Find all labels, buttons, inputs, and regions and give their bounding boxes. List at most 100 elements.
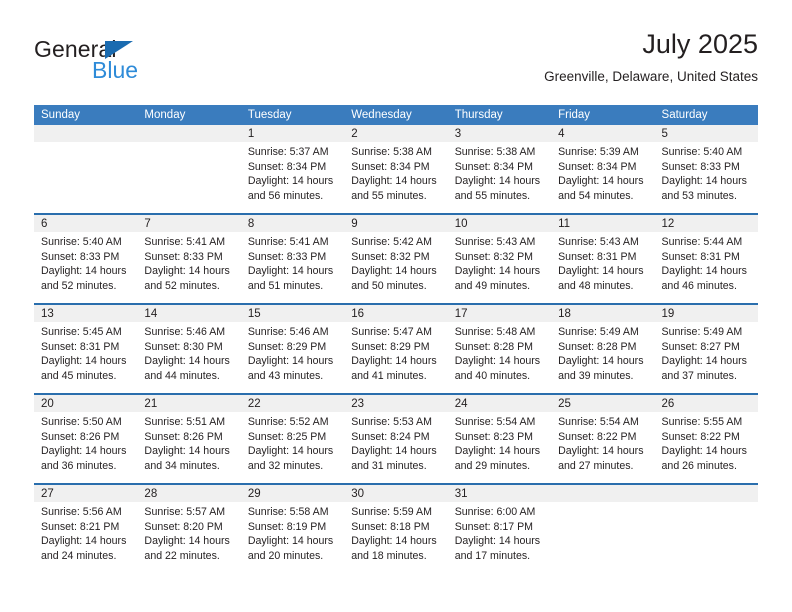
sunrise-text: Sunrise: 5:43 AM	[454, 236, 536, 248]
calendar-week-row: 20 Sunrise: 5:50 AM Sunset: 8:26 PM Dayligh…	[34, 393, 758, 484]
calendar-day-cell[interactable]: 19 Sunrise: 5:49 AM Sunset: 8:27 PM Dayligh…	[654, 305, 758, 393]
calendar-day-cell[interactable]: 12 Sunrise: 5:44 AM Sunset: 8:31 PM Dayligh…	[654, 215, 758, 303]
weekday-header-wednesday: Wednesday	[344, 105, 448, 125]
calendar-day-cell[interactable]: 18 Sunrise: 5:49 AM Sunset: 8:28 PM Dayligh…	[551, 305, 655, 393]
day-details: Sunrise: 5:41 AM Sunset: 8:33 PM Daylight:…	[241, 232, 344, 293]
calendar-day-cell[interactable]: 30 Sunrise: 5:59 AM Sunset: 8:18 PM Dayligh…	[344, 485, 448, 573]
calendar-day-cell[interactable]: 11 Sunrise: 5:43 AM Sunset: 8:31 PM Dayligh…	[551, 215, 655, 303]
day-details: Sunrise: 5:49 AM Sunset: 8:28 PM Daylight:…	[551, 322, 654, 383]
daylight-text-line2: and 50 minutes.	[351, 279, 427, 292]
day-number: 18	[551, 305, 655, 322]
sunset-text: Sunset: 8:31 PM	[661, 250, 740, 263]
calendar-week-row: 27 Sunrise: 5:56 AM Sunset: 8:21 PM Dayligh…	[34, 483, 758, 573]
calendar-day-cell[interactable]: 5 Sunrise: 5:40 AM Sunset: 8:33 PM Daylight…	[654, 125, 758, 213]
sunset-text: Sunset: 8:33 PM	[661, 160, 740, 173]
daylight-text-line1: Daylight: 14 hours	[247, 535, 334, 548]
day-number: 2	[344, 125, 448, 142]
calendar-header-row: Sunday Monday Tuesday Wednesday Thursday Frid…	[34, 105, 758, 125]
sunrise-text: Sunrise: 5:49 AM	[661, 326, 743, 338]
day-number	[551, 485, 655, 502]
daylight-text-line1: Daylight: 14 hours	[144, 445, 230, 458]
calendar-day-cell[interactable]: 3 Sunrise: 5:38 AM Sunset: 8:34 PM Daylight…	[447, 125, 552, 213]
day-number: 23	[344, 395, 448, 412]
calendar-day-cell[interactable]: 28 Sunrise: 5:57 AM Sunset: 8:20 PM Dayligh…	[137, 485, 241, 573]
calendar-day-cell[interactable]: 16 Sunrise: 5:47 AM Sunset: 8:29 PM Dayligh…	[344, 305, 448, 393]
calendar-day-cell[interactable]: 2 Sunrise: 5:38 AM Sunset: 8:34 PM Daylight…	[344, 125, 448, 213]
calendar-body: 1 Sunrise: 5:37 AM Sunset: 8:34 PM Daylight…	[34, 125, 758, 573]
day-details: Sunrise: 5:55 AM Sunset: 8:22 PM Daylight:…	[655, 412, 758, 473]
sunrise-text: Sunrise: 5:41 AM	[144, 236, 226, 248]
daylight-text-line1: Daylight: 14 hours	[454, 445, 541, 458]
calendar-day-cell[interactable]: 29 Sunrise: 5:58 AM Sunset: 8:19 PM Dayligh…	[240, 485, 345, 573]
daylight-text-line2: and 52 minutes.	[144, 279, 220, 292]
sunrise-text: Sunrise: 5:40 AM	[661, 146, 743, 158]
logo-text-blue: Blue	[92, 57, 139, 83]
day-details: Sunrise: 5:39 AM Sunset: 8:34 PM Daylight:…	[551, 142, 654, 203]
sunrise-text: Sunrise: 5:54 AM	[558, 416, 639, 428]
general-blue-logo[interactable]: General Blue	[34, 36, 214, 92]
day-number: 6	[34, 215, 138, 232]
calendar-day-cell[interactable]: 22 Sunrise: 5:52 AM Sunset: 8:25 PM Dayligh…	[240, 395, 345, 483]
sunset-text: Sunset: 8:27 PM	[661, 340, 740, 353]
sunset-text: Sunset: 8:28 PM	[454, 340, 534, 353]
day-number: 5	[654, 125, 758, 142]
daylight-text-line1: Daylight: 14 hours	[454, 265, 541, 278]
day-details: Sunrise: 5:38 AM Sunset: 8:34 PM Daylight:…	[344, 142, 447, 203]
sunset-text: Sunset: 8:28 PM	[558, 340, 637, 353]
calendar-day-cell[interactable]: 25 Sunrise: 5:54 AM Sunset: 8:22 PM Dayligh…	[551, 395, 655, 483]
calendar-day-cell[interactable]: 31 Sunrise: 6:00 AM Sunset: 8:17 PM Dayligh…	[447, 485, 552, 573]
day-number: 4	[551, 125, 655, 142]
day-details: Sunrise: 5:43 AM Sunset: 8:31 PM Daylight:…	[551, 232, 654, 293]
daylight-text-line1: Daylight: 14 hours	[351, 265, 437, 278]
day-details: Sunrise: 5:48 AM Sunset: 8:28 PM Daylight:…	[448, 322, 551, 383]
calendar-day-cell[interactable]: 10 Sunrise: 5:43 AM Sunset: 8:32 PM Dayligh…	[447, 215, 552, 303]
day-number: 24	[447, 395, 552, 412]
sunrise-text: Sunrise: 5:38 AM	[454, 146, 536, 158]
calendar-day-cell[interactable]: 6 Sunrise: 5:40 AM Sunset: 8:33 PM Daylight…	[34, 215, 138, 303]
location-subtitle: Greenville, Delaware, United States	[544, 69, 758, 84]
daylight-text-line1: Daylight: 14 hours	[41, 535, 127, 548]
day-details: Sunrise: 5:45 AM Sunset: 8:31 PM Daylight:…	[34, 322, 137, 383]
calendar-day-cell[interactable]: 27 Sunrise: 5:56 AM Sunset: 8:21 PM Dayligh…	[34, 485, 138, 573]
sunset-text: Sunset: 8:29 PM	[247, 340, 327, 353]
daylight-text-line2: and 31 minutes.	[351, 459, 427, 472]
sunset-text: Sunset: 8:32 PM	[454, 250, 534, 263]
calendar-day-cell[interactable]: 1 Sunrise: 5:37 AM Sunset: 8:34 PM Daylight…	[240, 125, 345, 213]
day-details: Sunrise: 5:53 AM Sunset: 8:24 PM Daylight:…	[344, 412, 447, 473]
daylight-text-line2: and 34 minutes.	[144, 459, 220, 472]
calendar-day-cell[interactable]: 13 Sunrise: 5:45 AM Sunset: 8:31 PM Dayligh…	[34, 305, 138, 393]
calendar-day-cell[interactable]: 4 Sunrise: 5:39 AM Sunset: 8:34 PM Daylight…	[551, 125, 655, 213]
daylight-text-line1: Daylight: 14 hours	[661, 265, 747, 278]
daylight-text-line2: and 24 minutes.	[41, 549, 117, 562]
calendar-week-row: 13 Sunrise: 5:45 AM Sunset: 8:31 PM Dayligh…	[34, 303, 758, 394]
daylight-text-line2: and 29 minutes.	[454, 459, 531, 472]
calendar-day-cell[interactable]: 20 Sunrise: 5:50 AM Sunset: 8:26 PM Dayligh…	[34, 395, 138, 483]
daylight-text-line2: and 44 minutes.	[144, 369, 220, 382]
calendar-day-cell[interactable]: 23 Sunrise: 5:53 AM Sunset: 8:24 PM Dayligh…	[344, 395, 448, 483]
daylight-text-line2: and 32 minutes.	[247, 459, 324, 472]
daylight-text-line1: Daylight: 14 hours	[247, 445, 334, 458]
calendar-day-cell[interactable]: 21 Sunrise: 5:51 AM Sunset: 8:26 PM Dayligh…	[137, 395, 241, 483]
page-header: General Blue July 2025 Greenville, Delaw…	[34, 28, 758, 94]
calendar-day-cell[interactable]: 9 Sunrise: 5:42 AM Sunset: 8:32 PM Daylight…	[344, 215, 448, 303]
daylight-text-line1: Daylight: 14 hours	[247, 175, 334, 188]
daylight-text-line1: Daylight: 14 hours	[144, 265, 230, 278]
daylight-text-line1: Daylight: 14 hours	[661, 445, 747, 458]
calendar-day-cell[interactable]: 14 Sunrise: 5:46 AM Sunset: 8:30 PM Dayligh…	[137, 305, 241, 393]
calendar-day-cell[interactable]: 15 Sunrise: 5:46 AM Sunset: 8:29 PM Dayligh…	[240, 305, 345, 393]
daylight-text-line2: and 41 minutes.	[351, 369, 427, 382]
daylight-text-line2: and 45 minutes.	[41, 369, 117, 382]
day-number: 27	[34, 485, 138, 502]
sunset-text: Sunset: 8:31 PM	[558, 250, 637, 263]
sunset-text: Sunset: 8:26 PM	[41, 430, 120, 443]
day-details: Sunrise: 5:47 AM Sunset: 8:29 PM Daylight:…	[344, 322, 447, 383]
calendar-day-cell[interactable]: 26 Sunrise: 5:55 AM Sunset: 8:22 PM Dayligh…	[654, 395, 758, 483]
sunrise-text: Sunrise: 5:44 AM	[661, 236, 743, 248]
day-details: Sunrise: 5:42 AM Sunset: 8:32 PM Daylight:…	[344, 232, 447, 293]
sunrise-text: Sunrise: 6:00 AM	[454, 506, 536, 518]
calendar-day-cell[interactable]: 7 Sunrise: 5:41 AM Sunset: 8:33 PM Daylight…	[137, 215, 241, 303]
calendar-day-cell[interactable]: 17 Sunrise: 5:48 AM Sunset: 8:28 PM Dayligh…	[447, 305, 552, 393]
sunrise-text: Sunrise: 5:40 AM	[41, 236, 122, 248]
calendar-day-cell[interactable]: 24 Sunrise: 5:54 AM Sunset: 8:23 PM Dayligh…	[447, 395, 552, 483]
calendar-day-cell[interactable]: 8 Sunrise: 5:41 AM Sunset: 8:33 PM Daylight…	[240, 215, 345, 303]
